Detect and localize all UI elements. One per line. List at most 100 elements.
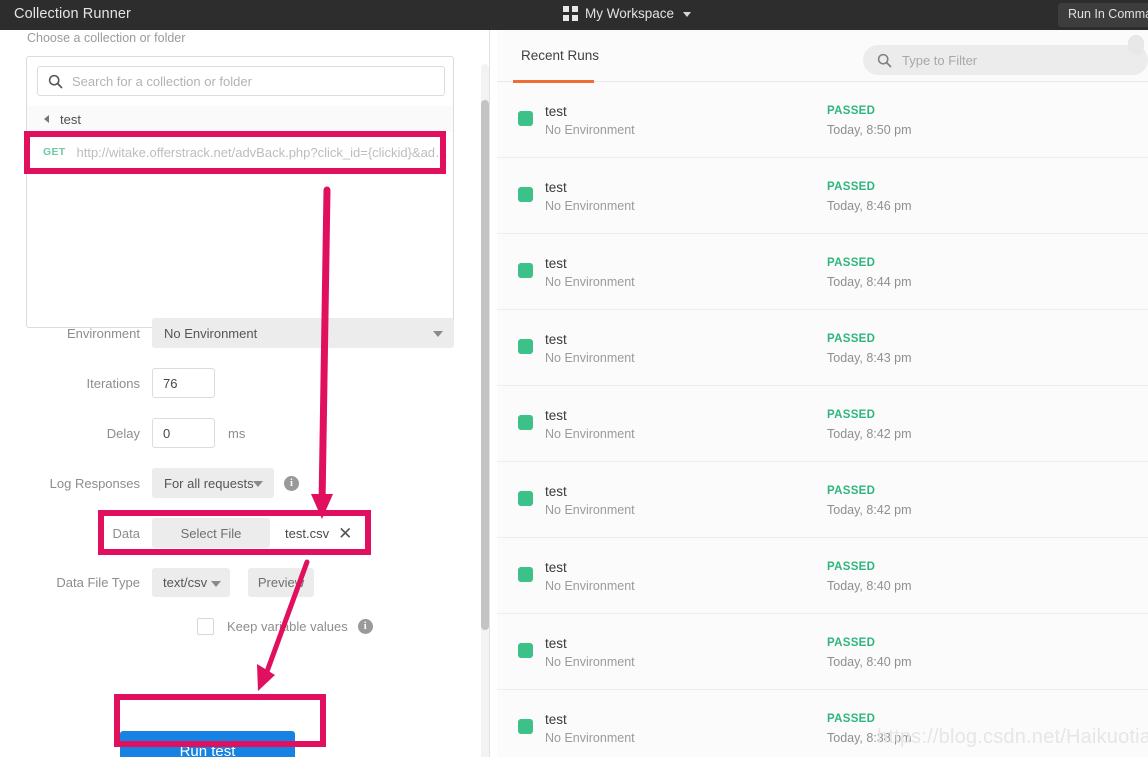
data-file-type-row: Data File Type text/csv Preview xyxy=(26,568,456,597)
keep-variable-values-label: Keep variable values xyxy=(227,619,348,634)
environment-value: No Environment xyxy=(164,325,258,341)
run-environment: No Environment xyxy=(545,427,635,441)
recent-runs-list: test No Environment PASSED Today, 8:50 pm te… xyxy=(497,82,1148,757)
run-status-badge: PASSED xyxy=(827,333,876,345)
left-pane-scrollbar-thumb[interactable] xyxy=(481,100,489,630)
recent-runs-tabbar: Recent Runs Type to Filter xyxy=(497,30,1148,83)
run-status-badge: PASSED xyxy=(827,637,876,649)
delay-value: 0 xyxy=(163,425,171,441)
app-title: Collection Runner xyxy=(14,6,131,22)
run-environment: No Environment xyxy=(545,199,635,213)
status-indicator-icon xyxy=(518,567,533,582)
top-bar: Collection Runner My Workspace Run In Co… xyxy=(0,0,1148,30)
run-list-item[interactable]: test No Environment PASSED Today, 8:50 pm xyxy=(497,82,1148,158)
preview-button[interactable]: Preview xyxy=(248,568,314,597)
run-list-item[interactable]: test No Environment PASSED Today, 8:40 pm xyxy=(497,614,1148,690)
run-environment: No Environment xyxy=(545,123,635,137)
chevron-down-icon xyxy=(211,580,221,587)
info-icon[interactable]: i xyxy=(357,619,373,634)
collection-search-input[interactable]: Search for a collection or folder xyxy=(37,66,445,96)
delay-row: Delay 0 ms xyxy=(26,418,456,448)
workspace-label: My Workspace xyxy=(585,5,675,21)
collection-chooser: Search for a collection or folder test G… xyxy=(26,56,454,328)
delay-unit-label: ms xyxy=(228,425,246,441)
pane-divider xyxy=(489,30,490,757)
annotation-highlight-request-row xyxy=(24,131,446,174)
run-collection-name: test xyxy=(545,636,567,651)
run-timestamp: Today, 8:44 pm xyxy=(827,275,912,289)
run-status-badge: PASSED xyxy=(827,409,876,421)
run-environment: No Environment xyxy=(545,655,635,669)
collection-search-placeholder: Search for a collection or folder xyxy=(72,73,252,89)
run-status-badge: PASSED xyxy=(827,181,876,193)
collection-runner-window: Collection Runner My Workspace Run In Co… xyxy=(0,0,1148,757)
iterations-row: Iterations 76 xyxy=(26,368,456,398)
run-list-item[interactable]: test No Environment PASSED Today, 8:44 pm xyxy=(497,234,1148,310)
run-list-item[interactable]: test No Environment PASSED Today, 8:42 pm xyxy=(497,386,1148,462)
log-responses-value: For all requests xyxy=(164,475,254,491)
annotation-highlight-data-row xyxy=(98,510,371,555)
run-status-badge: PASSED xyxy=(827,485,876,497)
chevron-down-icon xyxy=(433,331,443,337)
search-icon xyxy=(877,53,892,67)
keep-variable-values-row: Keep variable values i xyxy=(26,618,456,635)
delay-input[interactable]: 0 xyxy=(152,418,215,448)
run-collection-name: test xyxy=(545,256,567,271)
run-status-badge: PASSED xyxy=(827,561,876,573)
data-file-type-select[interactable]: text/csv xyxy=(152,568,230,597)
run-environment: No Environment xyxy=(545,275,635,289)
run-collection-name: test xyxy=(545,712,567,727)
run-timestamp: Today, 8:43 pm xyxy=(827,351,912,365)
status-indicator-icon xyxy=(518,263,533,278)
workspace-selector[interactable]: My Workspace xyxy=(563,5,692,21)
log-responses-label: Log Responses xyxy=(49,475,140,491)
run-collection-name: test xyxy=(545,484,567,499)
iterations-label: Iterations xyxy=(86,375,140,391)
triangle-left-icon[interactable] xyxy=(44,115,49,123)
run-list-item[interactable]: test No Environment PASSED Today, 8:42 pm xyxy=(497,462,1148,538)
tree-item-folder-test[interactable]: test xyxy=(27,106,453,132)
environment-select[interactable]: No Environment xyxy=(152,318,454,348)
run-collection-name: test xyxy=(545,104,567,119)
run-in-command-line-button[interactable]: Run In Comma xyxy=(1058,3,1148,27)
run-status-badge: PASSED xyxy=(827,105,876,117)
info-icon[interactable]: i xyxy=(284,475,299,491)
run-environment: No Environment xyxy=(545,351,635,365)
run-timestamp: Today, 8:40 pm xyxy=(827,579,912,593)
filter-input[interactable]: Type to Filter xyxy=(863,45,1148,75)
recent-runs-pane: Recent Runs Type to Filter test No Enviro… xyxy=(497,30,1148,757)
environment-row: Environment No Environment xyxy=(26,318,456,348)
status-indicator-icon xyxy=(518,491,533,506)
filter-placeholder: Type to Filter xyxy=(902,52,978,68)
run-timestamp: Today, 8:50 pm xyxy=(827,123,912,137)
status-indicator-icon xyxy=(518,187,533,202)
keep-variable-values-checkbox[interactable] xyxy=(197,618,214,635)
data-file-type-value: text/csv xyxy=(163,575,208,590)
environment-label: Environment xyxy=(67,325,140,341)
run-list-item[interactable]: test No Environment PASSED Today, 8:40 pm xyxy=(497,538,1148,614)
run-list-item[interactable]: test No Environment PASSED Today, 8:46 pm xyxy=(497,158,1148,234)
right-pane-scrollbar-thumb[interactable] xyxy=(1128,35,1144,55)
chevron-down-icon xyxy=(253,481,263,487)
chevron-down-icon xyxy=(683,11,692,17)
run-collection-name: test xyxy=(545,180,567,195)
log-responses-row: Log Responses For all requests i xyxy=(26,468,456,498)
delay-label: Delay xyxy=(106,425,140,441)
run-collection-name: test xyxy=(545,560,567,575)
run-environment: No Environment xyxy=(545,731,635,745)
iterations-value: 76 xyxy=(163,375,178,391)
choose-collection-label: Choose a collection or folder xyxy=(27,31,186,45)
run-timestamp: Today, 8:42 pm xyxy=(827,503,912,517)
run-timestamp: Today, 8:40 pm xyxy=(827,655,912,669)
tree-folder-label: test xyxy=(60,111,81,127)
annotation-highlight-run-button xyxy=(114,694,326,747)
run-status-badge: PASSED xyxy=(827,713,876,725)
status-indicator-icon xyxy=(518,415,533,430)
iterations-input[interactable]: 76 xyxy=(152,368,215,398)
tab-recent-runs[interactable]: Recent Runs xyxy=(521,48,599,63)
run-list-item[interactable]: test No Environment PASSED Today, 8:43 pm xyxy=(497,310,1148,386)
status-indicator-icon xyxy=(518,339,533,354)
search-icon xyxy=(48,74,63,88)
log-responses-select[interactable]: For all requests xyxy=(152,468,274,498)
run-status-badge: PASSED xyxy=(827,257,876,269)
